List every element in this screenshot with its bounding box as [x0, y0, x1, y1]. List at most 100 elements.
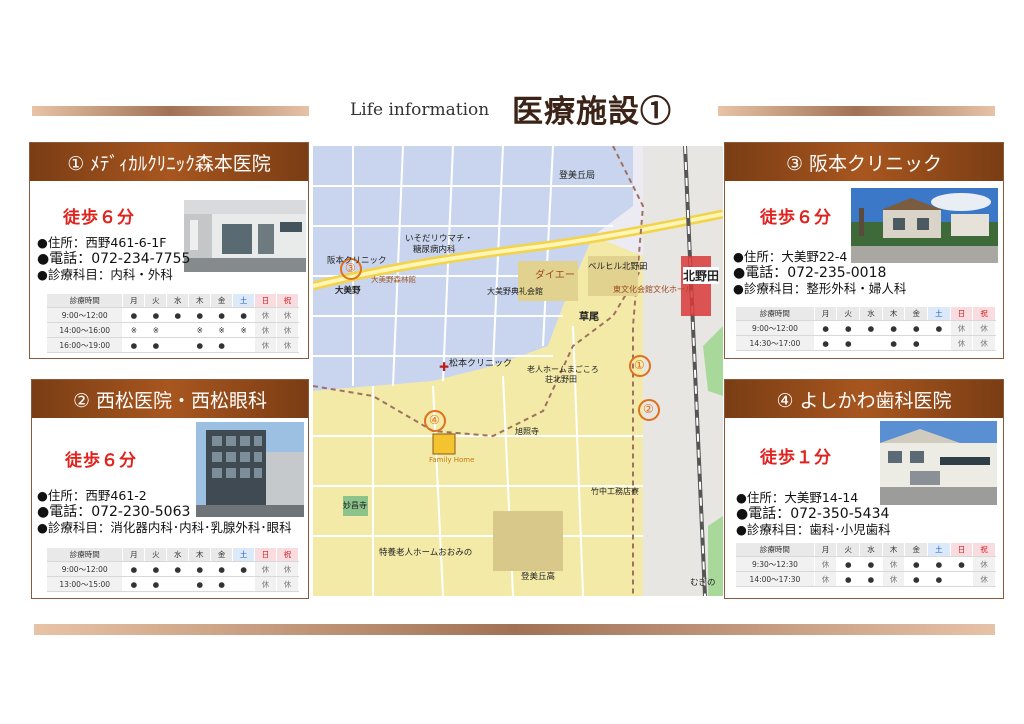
clinic-phone: ●電話：072-235-0018	[733, 265, 887, 281]
hours-table: 診療時間月火水木金土日祝 9:00～12:00 ● ● ● ● ● ● 休休 13:00～15:0…	[47, 548, 299, 592]
clinic-info: ●住所：西野461-2 ●電話：072-230-5063 ●診療科目：消化器内科…	[37, 488, 292, 536]
hours-cell: ●	[188, 307, 212, 323]
walk-time: 徒歩６分	[760, 208, 832, 228]
clinic-departments: ●診療科目：整形外科・婦人科	[733, 281, 907, 296]
hours-cell: 休	[254, 337, 277, 353]
map-marker-4: ④	[429, 413, 440, 427]
hours-header-cell: 日	[254, 294, 277, 308]
walk-time: 徒歩６分	[65, 451, 137, 471]
hours-header-cell: 土	[232, 294, 256, 308]
hours-header-cell: 火	[836, 543, 861, 557]
hours-header-cell: 診療時間	[47, 294, 124, 308]
hours-header-cell: 診療時間	[736, 543, 815, 557]
hours-cell: ※	[122, 322, 146, 338]
hours-header-cell: 月	[122, 548, 146, 562]
hours-cell: ●	[927, 320, 951, 336]
hours-cell: ●	[859, 571, 883, 587]
clinic-phone: ●電話：072-350-5434	[736, 506, 890, 522]
hours-cell: ●	[904, 335, 929, 351]
clinic-departments: ●診療科目：歯科･小児歯科	[736, 522, 891, 537]
clinic-card-title: ② 西松医院・西松眼科	[32, 380, 308, 418]
clinic-address: ●住所：大美野14-14	[736, 490, 859, 505]
hours-header-cell: 水	[166, 294, 190, 308]
hours-header-cell: 木	[188, 294, 212, 308]
hours-row: 9:30～12:30 休 ● ● 休 ● ● ● 休	[736, 556, 996, 572]
clinic-address: ●住所：大美野22-4	[733, 249, 848, 264]
hours-cell: ●	[210, 337, 234, 353]
hours-cell: ●	[836, 556, 861, 572]
hours-cell: ●	[210, 307, 234, 323]
clinic-card-4: ④ よしかわ歯科医院 徒歩１分 ●住所：大美野14-14 ●電話：072-350…	[724, 379, 1004, 599]
hours-cell: 休	[814, 556, 838, 572]
hours-table: 診療時間月火水木金土日祝 9:30～12:30 休 ● ● 休 ● ● ● 休 14:00～17:3…	[736, 543, 996, 587]
clinic-card-3: ③ 阪本クリニック 徒歩６分 ●住所：大美野22-4 ●電話：072-235-0…	[724, 142, 1004, 359]
hours-cell: 14:00～16:00	[47, 322, 124, 338]
hours-header-cell: 土	[232, 548, 256, 562]
hours-cell: 休	[882, 556, 906, 572]
hours-cell: ●	[950, 556, 974, 572]
hours-cell: ●	[210, 561, 234, 577]
page-title: 医療施設①	[512, 94, 672, 130]
hours-header-cell: 水	[166, 548, 190, 562]
clinic-photo	[184, 200, 306, 272]
map-label-tokuyo: 特養老人ホームおおみの	[379, 548, 473, 558]
hours-row: 14:00～17:30 休 ● ● 休 ● ● 休	[736, 571, 996, 587]
hours-cell: ●	[144, 576, 168, 592]
hours-header-cell: 祝	[276, 294, 299, 308]
hours-cell: ●	[882, 335, 906, 351]
hours-cell: ●	[927, 571, 951, 587]
hours-cell	[166, 322, 190, 338]
clinic-phone: ●電話：072-230-5063	[37, 504, 191, 520]
map-label-kitanoda: 北野田	[683, 267, 720, 284]
hours-cell: ●	[859, 320, 883, 336]
map-label-asahi: 旭照寺	[515, 427, 539, 436]
hours-header-cell: 月	[814, 543, 838, 557]
hours-cell: 休	[276, 307, 299, 323]
hours-cell: 休	[276, 337, 299, 353]
hours-cell: 休	[276, 561, 299, 577]
hours-cell: ●	[836, 335, 861, 351]
map-label-tomioka-hs: 登美丘高	[521, 572, 556, 582]
hours-cell: 休	[972, 571, 996, 587]
hours-table: 診療時間月火水木金土日祝 9:00～12:00 ● ● ● ● ● ● 休休 14:30～17:0…	[736, 307, 996, 351]
hours-header-cell: 火	[836, 307, 861, 321]
clinic-photo	[880, 421, 997, 505]
hours-cell: ●	[122, 561, 146, 577]
hours-cell: 9:00～12:00	[47, 561, 124, 577]
hours-row: 9:00～12:00 ● ● ● ● ● ● 休休	[47, 561, 299, 577]
hours-cell: ●	[144, 307, 168, 323]
hours-cell: 休	[276, 322, 299, 338]
hours-cell: 休	[972, 556, 996, 572]
hours-cell: ●	[144, 561, 168, 577]
hours-cell: ●	[927, 556, 951, 572]
hours-header-cell: 診療時間	[736, 307, 815, 321]
header-decor-bar-right	[718, 106, 995, 116]
hours-header-cell: 月	[122, 294, 146, 308]
hours-row: 14:30～17:00 ● ● ● ● 休休	[736, 335, 996, 351]
walk-time: 徒歩６分	[63, 208, 135, 228]
hours-header-cell: 木	[188, 548, 212, 562]
map-label-post: 登美丘局	[559, 171, 596, 181]
hours-cell: ●	[210, 576, 234, 592]
hours-cell: ●	[188, 561, 212, 577]
map-label-family-home: Family Home	[429, 456, 475, 464]
hours-cell: ●	[836, 320, 861, 336]
hours-header-cell: 金	[210, 294, 234, 308]
hours-header-cell: 火	[144, 294, 168, 308]
hours-cell	[950, 571, 974, 587]
hours-cell: 休	[254, 576, 277, 592]
area-map: ✚ 登美丘局 いそだリウマチ・ 糖尿病内科 阪本クリニック 大美野 大美野森林館…	[313, 146, 723, 596]
hours-header-cell: 金	[904, 543, 929, 557]
hours-cell: 9:00～12:00	[47, 307, 124, 323]
clinic-card-1: ① ﾒﾃﾞｨｶﾙｸﾘﾆｯｸ森本医院 徒歩６分 ●住所：西野461-6-1F ●電…	[29, 142, 309, 359]
hours-header-cell: 金	[904, 307, 929, 321]
hours-cell: ●	[814, 335, 838, 351]
hours-cell: 休	[882, 571, 906, 587]
hours-cell: ※	[144, 322, 168, 338]
walk-time: 徒歩１分	[760, 448, 832, 468]
hours-header-row: 診療時間月火水木金土日祝	[736, 543, 996, 557]
hours-row: 9:00～12:00 ● ● ● ● ● ● 休休	[47, 307, 299, 323]
hours-cell: 休	[276, 576, 299, 592]
hours-cell: 14:30～17:00	[736, 335, 815, 351]
map-marker-1: ①	[634, 358, 645, 372]
